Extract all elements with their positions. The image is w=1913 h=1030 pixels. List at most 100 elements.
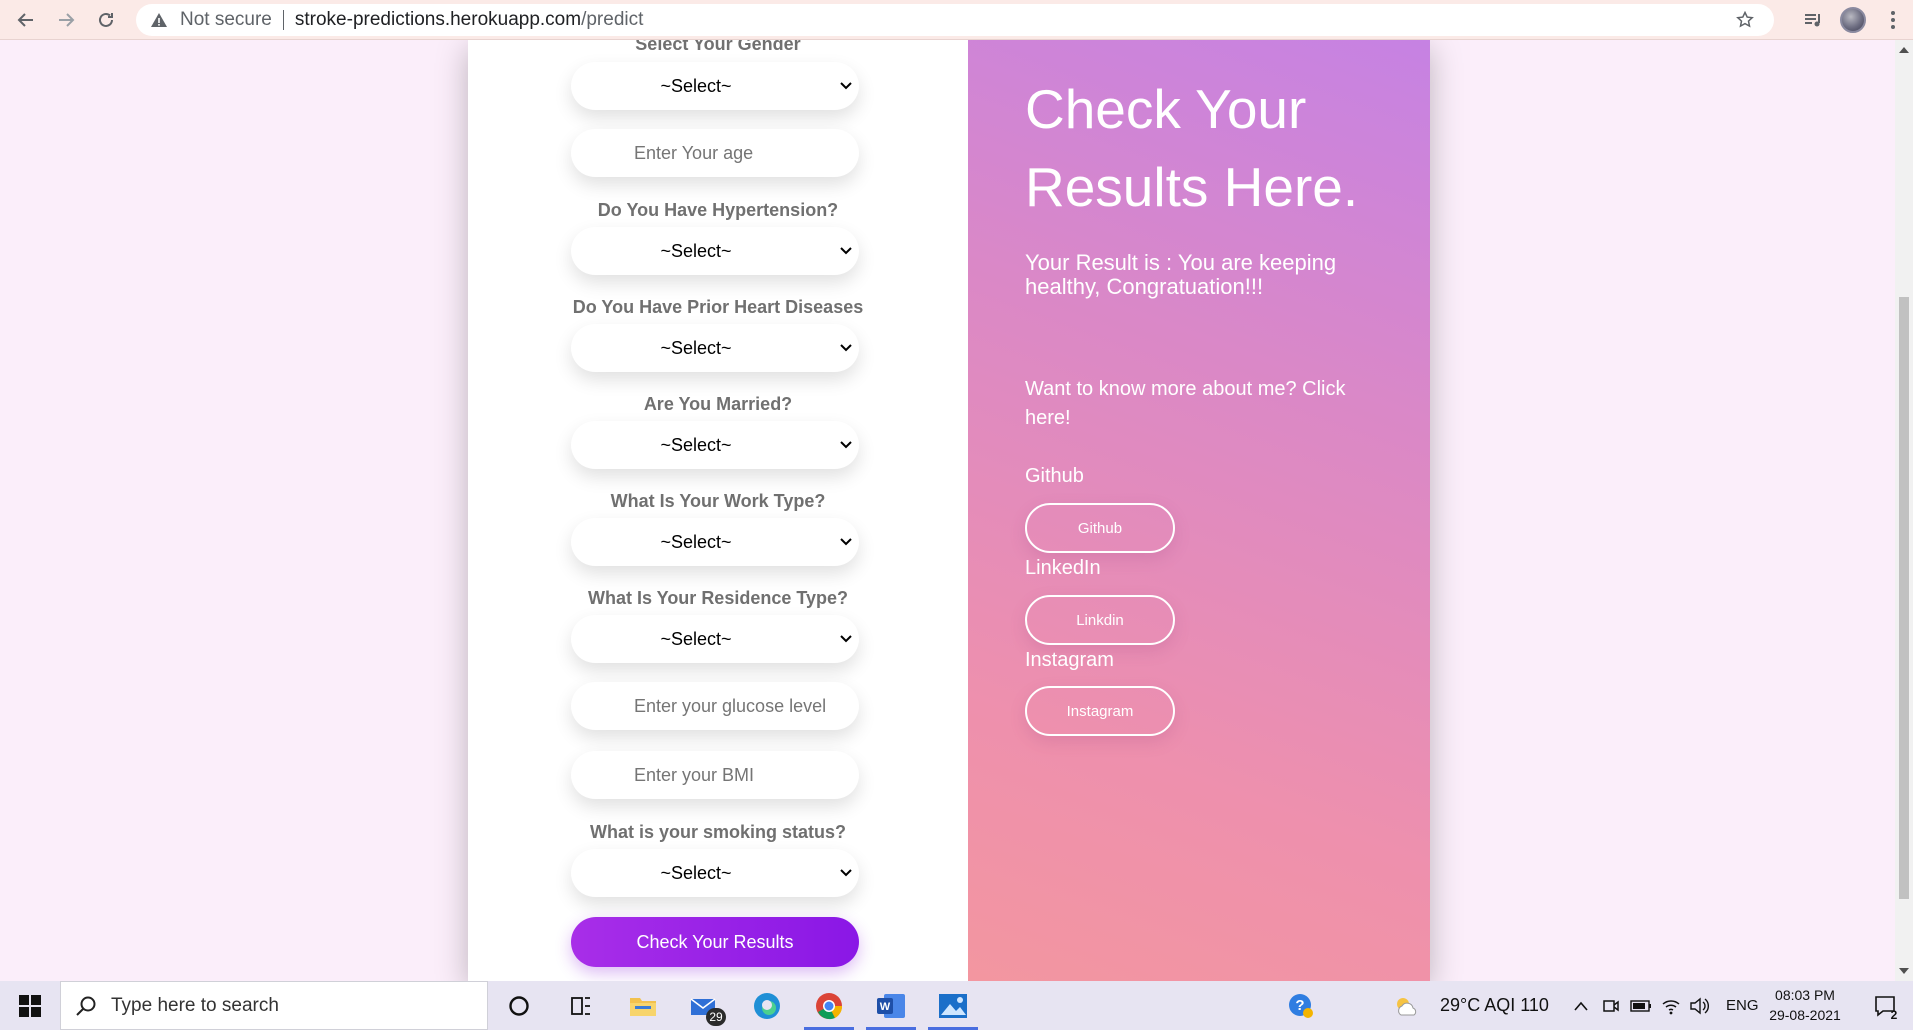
heart-disease-select[interactable]: ~Select~ — [571, 324, 859, 372]
speaker-icon — [1690, 997, 1709, 1014]
edge-button[interactable] — [736, 981, 798, 1030]
chrome-button[interactable] — [798, 981, 860, 1030]
url-text[interactable]: stroke-predictions.herokuapp.com/predict — [295, 9, 644, 31]
camera-icon — [1603, 999, 1619, 1012]
page-scrollbar[interactable] — [1895, 40, 1913, 981]
prediction-form: Select Your Gender ~Select~ Enter Your a… — [468, 40, 968, 981]
work-type-label: What Is Your Work Type? — [610, 491, 826, 511]
reload-icon — [99, 12, 113, 27]
more-vertical-icon — [1891, 11, 1895, 29]
word-button[interactable]: W — [860, 981, 922, 1030]
residence-type-select-value: ~Select~ — [660, 628, 732, 649]
weather-button[interactable] — [1382, 981, 1432, 1030]
media-control-button[interactable] — [1793, 0, 1833, 40]
avatar — [1840, 7, 1866, 33]
mail-button[interactable]: 29 — [674, 981, 736, 1030]
windows-taskbar: Type here to search 29 W ? 29°C AQI 110 — [0, 981, 1913, 1030]
check-results-button[interactable]: Check Your Results — [571, 917, 859, 967]
file-explorer-button[interactable] — [612, 981, 674, 1030]
windows-logo-icon — [19, 994, 41, 1017]
work-type-select[interactable]: ~Select~ — [571, 518, 859, 566]
linkedin-button[interactable]: Linkdin — [1025, 595, 1175, 645]
battery-button[interactable] — [1628, 981, 1654, 1030]
weather-sun-cloud-icon — [1397, 997, 1417, 1015]
notifications-button[interactable]: 2 — [1862, 981, 1910, 1030]
gender-select[interactable]: ~Select~ — [571, 62, 859, 110]
instagram-label: Instagram — [1025, 649, 1114, 671]
clock-time: 08:03 PM — [1775, 987, 1835, 1003]
bookmark-star-icon[interactable] — [1736, 11, 1754, 29]
github-button[interactable]: Github — [1025, 503, 1175, 553]
hypertension-select-value: ~Select~ — [660, 240, 732, 261]
url-host: stroke-predictions.herokuapp.com — [294, 9, 582, 30]
language-indicator[interactable]: ENG — [1726, 981, 1759, 1030]
glucose-input[interactable]: Enter your glucose level — [571, 682, 859, 730]
chevron-up-icon — [1574, 1001, 1588, 1011]
address-bar[interactable]: Not secure stroke-predictions.herokuapp.… — [136, 4, 1774, 36]
chevron-down-icon — [840, 247, 852, 255]
back-button[interactable] — [6, 0, 46, 40]
gender-label: Select Your Gender — [635, 40, 801, 54]
profile-button[interactable] — [1833, 0, 1873, 40]
hypertension-select[interactable]: ~Select~ — [571, 227, 859, 275]
result-title: Check Your Results Here. — [1025, 78, 1359, 218]
bmi-input[interactable]: Enter your BMI — [571, 751, 859, 799]
meet-now-button[interactable] — [1598, 981, 1624, 1030]
search-icon — [76, 996, 96, 1016]
volume-button[interactable] — [1686, 981, 1712, 1030]
hypertension-label: Do You Have Hypertension? — [597, 200, 839, 220]
chevron-down-icon — [840, 538, 852, 546]
photos-button[interactable] — [922, 981, 984, 1030]
smoking-select[interactable]: ~Select~ — [571, 849, 859, 897]
chevron-down-icon — [840, 869, 852, 877]
help-tray-button[interactable]: ? — [1270, 981, 1332, 1030]
instagram-button[interactable]: Instagram — [1025, 686, 1175, 736]
chevron-down-icon — [840, 441, 852, 449]
edge-browser-icon — [754, 992, 780, 1019]
cortana-circle-icon — [509, 995, 529, 1016]
work-type-select-value: ~Select~ — [660, 531, 732, 552]
menu-button[interactable] — [1873, 0, 1913, 40]
forward-button[interactable] — [46, 0, 86, 40]
residence-type-select[interactable]: ~Select~ — [571, 615, 859, 663]
chevron-down-icon — [840, 82, 852, 90]
task-view-button[interactable] — [550, 981, 612, 1030]
notification-count: 2 — [1890, 1008, 1898, 1022]
start-button[interactable] — [0, 981, 60, 1030]
mail-badge: 29 — [706, 1008, 726, 1026]
folder-icon — [630, 997, 656, 1016]
arrow-right-icon — [59, 12, 75, 27]
chevron-down-icon — [840, 344, 852, 352]
wifi-button[interactable] — [1658, 981, 1684, 1030]
gender-select-value: ~Select~ — [660, 75, 732, 96]
reload-button[interactable] — [86, 0, 126, 40]
scrollbar-thumb[interactable] — [1899, 297, 1909, 899]
clock[interactable]: 08:03 PM 29-08-2021 — [1760, 985, 1850, 1025]
taskbar-search[interactable]: Type here to search — [60, 981, 488, 1030]
playlist-icon — [1805, 14, 1820, 27]
chrome-browser-icon — [816, 992, 843, 1019]
security-label[interactable]: Not secure — [180, 9, 272, 31]
web-page: Select Your Gender ~Select~ Enter Your a… — [0, 40, 1895, 981]
show-hidden-icons-button[interactable] — [1568, 981, 1594, 1030]
help-icon: ? — [1289, 993, 1313, 1018]
age-input[interactable]: Enter Your age — [571, 129, 859, 177]
scroll-up-arrow-icon[interactable] — [1899, 47, 1909, 53]
clock-date: 29-08-2021 — [1769, 1007, 1841, 1023]
svg-text:W: W — [880, 1001, 891, 1013]
omnibox-divider — [282, 10, 284, 30]
scroll-down-arrow-icon[interactable] — [1899, 968, 1909, 974]
smoking-label: What is your smoking status? — [589, 822, 847, 842]
married-label: Are You Married? — [643, 394, 793, 414]
url-path: /predict — [581, 9, 644, 30]
arrow-left-icon — [17, 12, 33, 27]
heart-disease-select-value: ~Select~ — [660, 337, 732, 358]
weather-text[interactable]: 29°C AQI 110 — [1440, 981, 1549, 1030]
married-select-value: ~Select~ — [660, 434, 732, 455]
github-label: Github — [1025, 465, 1084, 487]
svg-text:?: ? — [1295, 997, 1304, 1014]
result-text: Your Result is : You are keeping healthy… — [1025, 250, 1337, 299]
about-me-link[interactable]: Want to know more about me? Click here! — [1025, 375, 1385, 433]
cortana-button[interactable] — [488, 981, 550, 1030]
married-select[interactable]: ~Select~ — [571, 421, 859, 469]
